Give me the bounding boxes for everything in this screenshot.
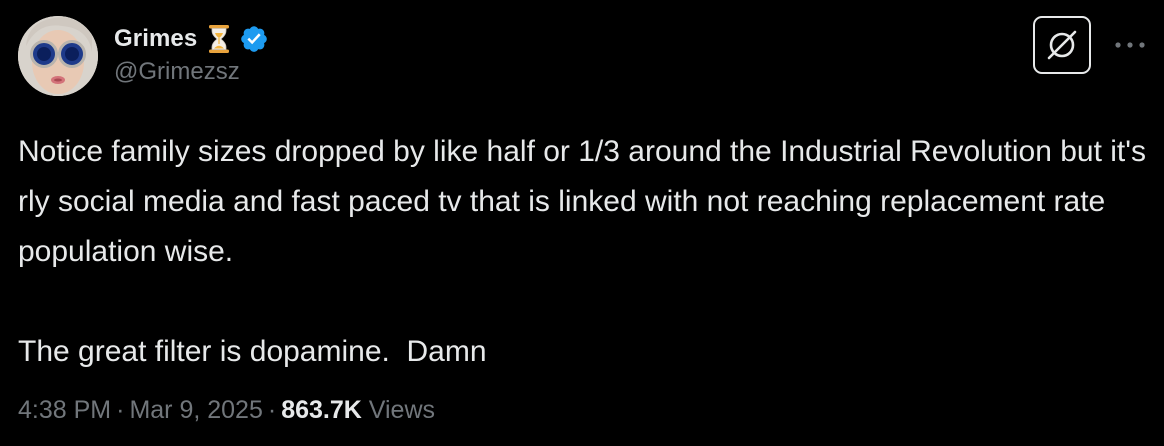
tweet-metadata: 4:38 PM · Mar 9, 2025 · 863.7K Views [18,396,435,425]
separator: · [116,396,125,424]
separator: · [267,396,277,424]
verified-badge-icon[interactable] [239,24,269,54]
user-handle[interactable]: @Grimezsz [114,58,269,86]
hourglass-icon [207,24,231,54]
tweet-header: Grimes @Grimezsz [114,22,269,86]
more-options-button[interactable] [1112,30,1148,60]
grok-icon [1047,30,1077,60]
display-name[interactable]: Grimes [114,25,197,53]
tweet-paragraph: Notice family sizes dropped by like half… [18,135,1146,268]
grok-button[interactable] [1033,16,1091,74]
avatar[interactable] [18,16,98,96]
tweet-text: Notice family sizes dropped by like half… [18,127,1148,377]
views-label: Views [368,396,436,424]
views-count[interactable]: 863.7K [281,396,362,424]
name-row: Grimes [114,22,269,56]
more-icon [1115,42,1145,48]
tweet-paragraph: The great filter is dopamine. Damn [18,335,487,368]
tweet-time[interactable]: 4:38 PM [18,396,111,424]
tweet-card: Grimes @Grimezsz Notice family sizes dro… [0,0,1164,446]
tweet-date[interactable]: Mar 9, 2025 [129,396,262,424]
